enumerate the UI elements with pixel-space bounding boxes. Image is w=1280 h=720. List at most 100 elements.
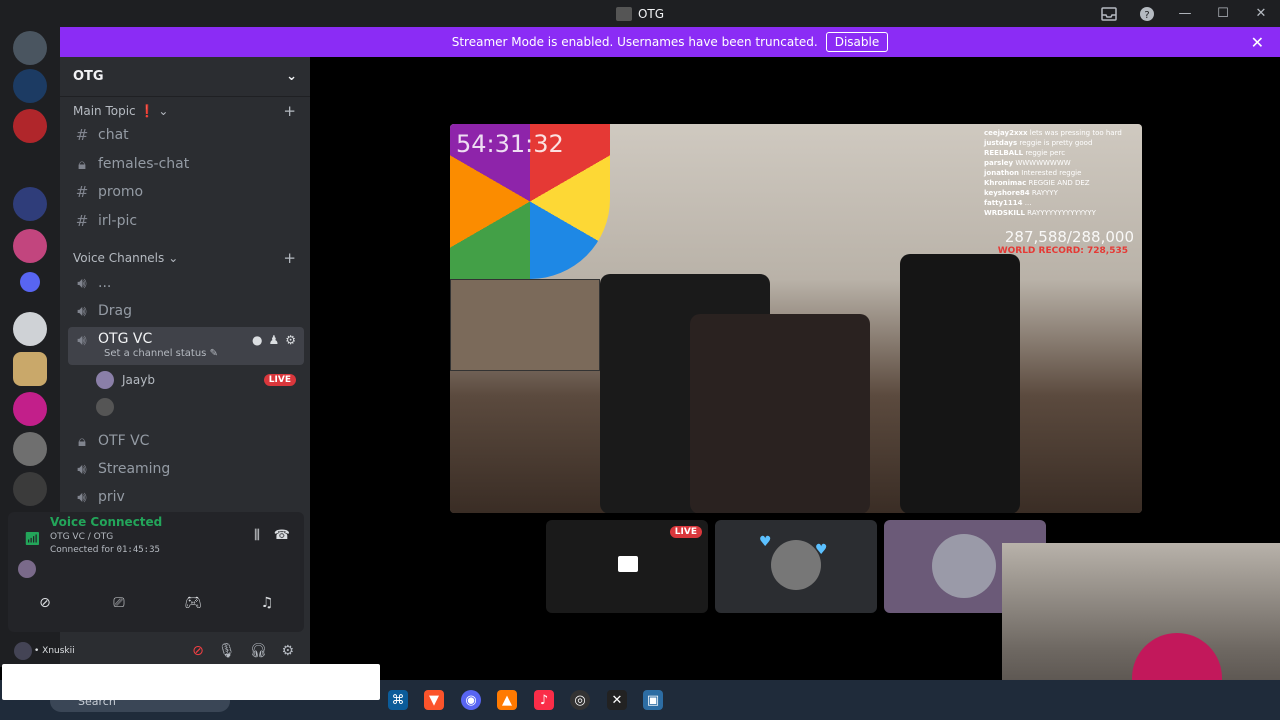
user-panel: • Xnuskii ⊘ 🎙︎ 🎧︎ ⚙ [8,636,304,666]
channel-chat[interactable]: # chat [68,120,304,150]
connection-signal-icon[interactable]: 📶︎ [24,532,41,547]
stream-timer: 54:31:32 [456,130,564,158]
category-voice-channels[interactable]: Voice Channels ⌄ [73,251,178,265]
chat-line: justdays reggie is pretty good [984,138,1134,148]
participant-tile-stream[interactable]: LIVE [546,520,708,613]
speaker-icon: 🔊︎ [77,488,87,506]
username[interactable]: • Xnuskii [34,646,75,656]
disconnect-icon[interactable]: ☎ [274,528,290,543]
user-avatar[interactable] [14,642,32,660]
server-icon-7[interactable] [13,352,47,386]
server-header[interactable]: OTG ⌄ [60,57,310,97]
participant-tile[interactable]: ♥ ♥ [715,520,877,613]
channel-promo[interactable]: # promo [68,177,304,207]
maximize-icon[interactable]: ☐ [1204,0,1242,27]
noise-suppression-icon[interactable]: ⫼ [254,528,260,543]
chat-line: REELBALL reggie perc [984,148,1134,158]
voice-user-name: Jaayb [122,373,155,387]
voice-connected-panel: 📶︎ Voice Connected OTG VC / OTG Connecte… [8,512,304,632]
server-icon-1[interactable] [13,31,47,65]
close-window-icon[interactable]: ✕ [1242,0,1280,27]
obs-icon[interactable]: ◎ [570,690,590,710]
invite-icon[interactable]: ♟ [268,333,279,347]
voice-user[interactable] [96,398,114,416]
server-icon-4[interactable] [13,187,47,221]
lock-icon: 🔒︎ [78,155,86,173]
camera-muted-icon[interactable]: ⊘ [192,643,204,659]
gear-icon[interactable]: ⚙ [285,333,296,347]
folder-icon[interactable] [20,272,40,292]
screen-share-icon[interactable]: ⎚ [92,590,146,616]
speaker-icon: 🔊︎ [77,460,87,478]
channel-label: OTF VC [98,433,150,449]
voice-channel-otf-vc[interactable]: 🔒︎ OTF VC [68,426,304,456]
svg-text:?: ? [1144,10,1149,21]
server-icon-2[interactable] [13,69,47,103]
voice-channel-dots[interactable]: 🔊︎ ... [68,268,304,298]
channel-status-text: Set a channel status [104,348,207,359]
voice-channel-priv[interactable]: 🔊︎ priv [68,482,304,512]
headphones-icon[interactable]: 🎧︎ [250,643,268,659]
window-title: OTG [615,6,664,21]
minimize-icon[interactable]: — [1166,0,1204,27]
app-icon-a[interactable]: ▲ [497,690,517,710]
live-badge: LIVE [263,374,296,386]
server-icon-9[interactable] [13,432,47,466]
server-icon-5[interactable] [13,229,47,263]
inbox-icon[interactable] [1090,0,1128,27]
chevron-down-icon: ⌄ [286,69,297,84]
stream-view[interactable]: 54:31:32 ceejay2xxx lets was pressing to… [450,124,1142,513]
channel-label: promo [98,184,144,200]
close-banner-icon[interactable]: ✕ [1251,33,1264,52]
connected-duration: Connected for 01:45:35 [50,545,160,555]
server-icon-8[interactable] [13,392,47,426]
chat-bubble-icon[interactable]: ● [252,333,262,347]
gear-icon[interactable]: ⚙ [281,643,294,659]
channel-status[interactable]: Set a channel status ✎ [104,348,218,359]
brave-icon[interactable]: ▼ [424,690,444,710]
voice-user[interactable]: Jaayb [96,371,155,389]
server-icon-10[interactable] [13,472,47,506]
chat-line: WRDSKILL RAYYYYYYYYYYYYYY [984,208,1134,218]
discord-icon[interactable]: ◉ [461,690,481,710]
channel-females-chat[interactable]: 🔒︎ females-chat [68,149,304,179]
hashtag-icon: # [75,183,89,201]
window-controls: ? — ☐ ✕ [1090,0,1280,27]
inset-camera [450,279,600,371]
soundboard-icon[interactable]: ♫ [240,590,294,616]
heart-icon: ♥ [759,534,772,550]
vscode-icon[interactable]: ⌘ [388,690,408,710]
chat-msg: WWWWWWWW [1015,159,1071,167]
server-icon-6[interactable] [13,312,47,346]
chat-user: jonathon [984,169,1020,177]
lock-icon: 🔒︎ [78,432,86,450]
add-voice-channel-icon[interactable]: + [283,249,296,267]
streamer-mode-banner: Streamer Mode is enabled. Usernames have… [60,27,1280,57]
channel-irl-pic[interactable]: # irl-pic [68,206,304,236]
voice-connected-title[interactable]: Voice Connected [50,515,162,529]
category-label: Voice Channels [73,251,165,265]
voice-channel-drag[interactable]: 🔊︎ Drag [68,296,304,326]
voice-channel-streaming[interactable]: 🔊︎ Streaming [68,454,304,484]
camera-off-icon[interactable]: ⊘ [18,590,72,616]
server-icon-3[interactable] [13,109,47,143]
activity-icon[interactable]: 🎮︎ [166,590,220,616]
channel-label: females-chat [98,156,190,172]
category-main-topic[interactable]: Main Topic ❗ ⌄ [73,104,168,118]
capcut-icon[interactable]: ✕ [607,690,627,710]
photos-icon[interactable]: ▣ [643,690,663,710]
music-icon[interactable]: ♪ [534,690,554,710]
disable-streamer-mode-button[interactable]: Disable [825,32,889,52]
streamer-shape [690,314,870,513]
voice-channel-otg-vc[interactable]: 🔊︎ OTG VC Set a channel status ✎ ● ♟ ⚙ [68,327,304,365]
add-channel-icon[interactable]: + [283,102,296,120]
chat-user: REELBALL [984,149,1024,157]
microphone-icon[interactable]: 🎙︎ [218,643,236,659]
chevron-down-icon: ⌄ [168,251,179,265]
person-shape [900,254,1020,513]
chat-msg: lets was pressing too hard [1029,129,1122,137]
help-icon[interactable]: ? [1128,0,1166,27]
avatar [96,371,114,389]
voice-channel-path[interactable]: OTG VC / OTG [50,532,113,542]
speaker-icon: 🔊︎ [77,331,87,349]
